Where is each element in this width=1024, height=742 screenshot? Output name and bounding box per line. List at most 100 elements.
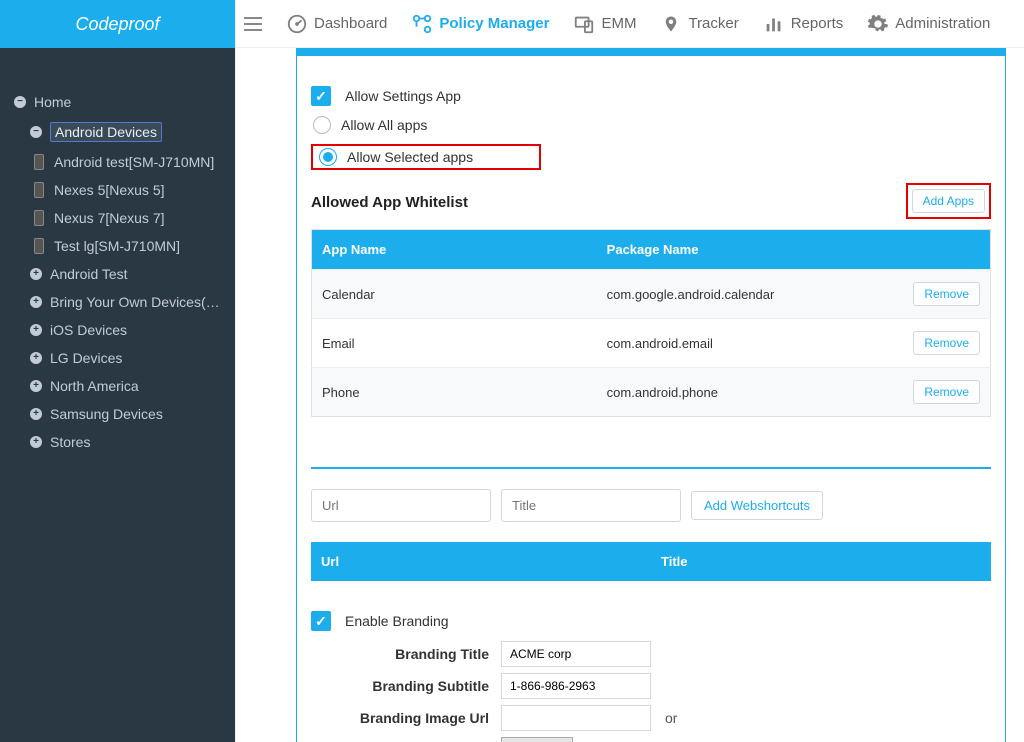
tree-label: Test lg[SM-J710MN] bbox=[54, 238, 180, 254]
enable-branding-checkbox[interactable] bbox=[311, 611, 331, 631]
col-title: Title bbox=[651, 542, 991, 581]
emm-icon bbox=[573, 13, 595, 35]
tree-label: North America bbox=[50, 378, 139, 394]
tree-group[interactable]: Samsung Devices bbox=[0, 400, 235, 428]
allow-selected-apps-label: Allow Selected apps bbox=[347, 149, 533, 165]
tree-device[interactable]: Test lg[SM-J710MN] bbox=[0, 232, 235, 260]
policy-icon bbox=[411, 13, 433, 35]
tree-device[interactable]: Android test[SM-J710MN] bbox=[0, 148, 235, 176]
reports-icon bbox=[763, 13, 785, 35]
whitelist-header: Allowed App Whitelist Add Apps bbox=[311, 180, 991, 221]
nav-administration[interactable]: Administration bbox=[857, 13, 1000, 35]
branding-subtitle-row: Branding Subtitle bbox=[311, 673, 991, 699]
allow-selected-apps-radio[interactable] bbox=[319, 148, 337, 166]
tree-label: Android test[SM-J710MN] bbox=[54, 154, 214, 170]
expand-icon[interactable] bbox=[30, 352, 42, 364]
tree-group[interactable]: North America bbox=[0, 372, 235, 400]
nav-emm[interactable]: EMM bbox=[563, 13, 646, 35]
branding-subtitle-input[interactable] bbox=[501, 673, 651, 699]
remove-button[interactable]: Remove bbox=[913, 331, 980, 355]
brand-logo: Codeproof bbox=[0, 0, 235, 48]
allow-settings-checkbox[interactable] bbox=[311, 86, 331, 106]
tree-group[interactable]: Bring Your Own Devices(BYOD) bbox=[0, 288, 235, 316]
allow-all-apps-row: Allow All apps bbox=[313, 116, 991, 134]
tree-home[interactable]: Home bbox=[0, 88, 235, 116]
tracker-icon bbox=[660, 13, 682, 35]
expand-icon[interactable] bbox=[30, 296, 42, 308]
collapse-icon[interactable] bbox=[30, 126, 42, 138]
branding-image-label: Branding Image Url bbox=[311, 710, 501, 726]
branding-subtitle-label: Branding Subtitle bbox=[311, 678, 501, 694]
nav-label: Administration bbox=[895, 15, 990, 32]
webshortcut-table-head: Url Title bbox=[311, 542, 991, 581]
browse-button[interactable]: Browse... bbox=[501, 737, 573, 742]
url-input[interactable] bbox=[311, 489, 491, 522]
table-row: Calendar com.google.android.calendar Rem… bbox=[312, 270, 991, 319]
branding-title-input[interactable] bbox=[501, 641, 651, 667]
title-input[interactable] bbox=[501, 489, 681, 522]
phone-icon bbox=[34, 238, 44, 254]
nav-label: Tracker bbox=[688, 15, 738, 32]
tree-label: Bring Your Own Devices(BYOD) bbox=[50, 294, 225, 310]
tree-android-devices[interactable]: Android Devices bbox=[0, 116, 235, 148]
add-apps-button[interactable]: Add Apps bbox=[912, 189, 985, 213]
enable-branding-row: Enable Branding bbox=[311, 611, 991, 631]
dashboard-icon bbox=[286, 13, 308, 35]
phone-icon bbox=[34, 182, 44, 198]
branding-title-label: Branding Title bbox=[311, 646, 501, 662]
tree-label: iOS Devices bbox=[50, 322, 127, 338]
cell-app: Phone bbox=[312, 368, 597, 417]
nav-dashboard[interactable]: Dashboard bbox=[276, 13, 397, 35]
expand-icon[interactable] bbox=[30, 436, 42, 448]
hamburger-icon[interactable] bbox=[244, 17, 262, 31]
nav-tracker[interactable]: Tracker bbox=[650, 13, 748, 35]
tree-group[interactable]: iOS Devices bbox=[0, 316, 235, 344]
allow-selected-apps-row: Allow Selected apps bbox=[311, 144, 991, 170]
tree-group[interactable]: Android Test bbox=[0, 260, 235, 288]
branding-title-row: Branding Title bbox=[311, 641, 991, 667]
nav-reports[interactable]: Reports bbox=[753, 13, 854, 35]
phone-icon bbox=[34, 210, 44, 226]
divider bbox=[311, 467, 991, 469]
branding-image-input[interactable] bbox=[501, 705, 651, 731]
cell-pkg: com.google.android.calendar bbox=[597, 270, 891, 319]
nav-policy-manager[interactable]: Policy Manager bbox=[401, 13, 559, 35]
gear-icon bbox=[867, 13, 889, 35]
table-row: Phone com.android.phone Remove bbox=[312, 368, 991, 417]
device-tree: Home Android Devices Android test[SM-J71… bbox=[0, 48, 235, 456]
expand-icon[interactable] bbox=[30, 324, 42, 336]
tree-group[interactable]: Stores bbox=[0, 428, 235, 456]
allow-settings-label: Allow Settings App bbox=[345, 88, 461, 104]
whitelist-title: Allowed App Whitelist bbox=[311, 194, 468, 211]
nav-label: Reports bbox=[791, 15, 844, 32]
branding-section: Enable Branding Branding Title Branding … bbox=[311, 611, 991, 742]
main: Dashboard Policy Manager EMM Tracker bbox=[235, 0, 1024, 742]
expand-icon[interactable] bbox=[30, 268, 42, 280]
expand-icon[interactable] bbox=[30, 380, 42, 392]
col-action bbox=[891, 230, 991, 270]
add-webshortcuts-button[interactable]: Add Webshortcuts bbox=[691, 491, 823, 520]
allow-all-apps-radio[interactable] bbox=[313, 116, 331, 134]
allow-all-apps-label: Allow All apps bbox=[341, 117, 427, 133]
cell-pkg: com.android.phone bbox=[597, 368, 891, 417]
or-text: or bbox=[665, 710, 677, 726]
expand-icon[interactable] bbox=[30, 408, 42, 420]
content-area: Allow Settings App Allow All apps Allow … bbox=[236, 48, 1024, 742]
enable-branding-label: Enable Branding bbox=[345, 613, 449, 629]
tree-label: Nexes 5[Nexus 5] bbox=[54, 182, 165, 198]
remove-button[interactable]: Remove bbox=[913, 380, 980, 404]
collapse-icon[interactable] bbox=[14, 96, 26, 108]
remove-button[interactable]: Remove bbox=[913, 282, 980, 306]
tree-label: Home bbox=[34, 94, 71, 110]
tree-label: Stores bbox=[50, 434, 90, 450]
highlight-box: Add Apps bbox=[906, 183, 991, 219]
sidebar: Codeproof Home Android Devices Android t… bbox=[0, 0, 235, 742]
tree-device[interactable]: Nexes 5[Nexus 5] bbox=[0, 176, 235, 204]
whitelist-table: App Name Package Name Calendar com.googl… bbox=[311, 229, 991, 417]
nav-label: Dashboard bbox=[314, 15, 387, 32]
tree-group[interactable]: LG Devices bbox=[0, 344, 235, 372]
tree-device[interactable]: Nexus 7[Nexus 7] bbox=[0, 204, 235, 232]
nav-label: Policy Manager bbox=[439, 15, 549, 32]
cell-app: Calendar bbox=[312, 270, 597, 319]
highlight-box: Allow Selected apps bbox=[311, 144, 541, 170]
